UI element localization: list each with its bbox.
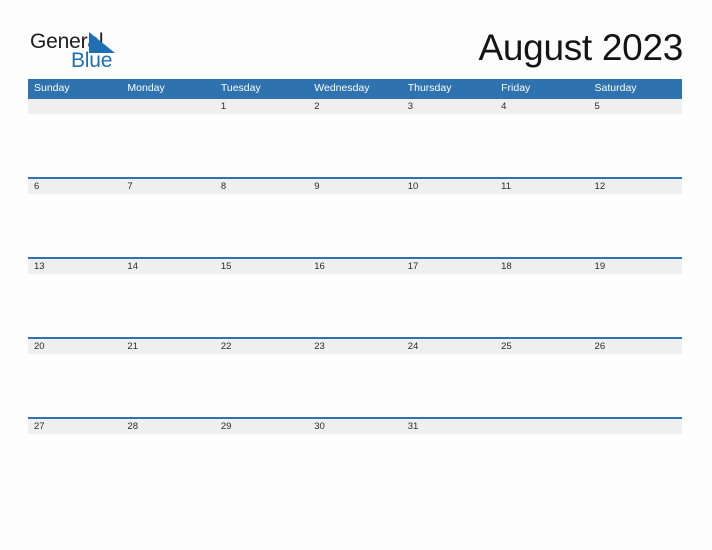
weekday-header-row: Sunday Monday Tuesday Wednesday Thursday… xyxy=(28,79,682,97)
day-content-band xyxy=(28,354,682,417)
day-cell[interactable] xyxy=(495,354,588,417)
date-number[interactable] xyxy=(28,99,121,114)
date-number[interactable]: 10 xyxy=(402,179,495,194)
day-cell[interactable] xyxy=(308,434,401,497)
date-number-band: 20 21 22 23 24 25 26 xyxy=(28,337,682,354)
date-number[interactable] xyxy=(495,419,588,434)
week-row: 6 7 8 9 10 11 12 xyxy=(28,177,682,257)
date-number[interactable]: 15 xyxy=(215,259,308,274)
weekday-header-thursday: Thursday xyxy=(407,82,452,94)
date-number[interactable]: 25 xyxy=(495,339,588,354)
weekday-header-wednesday: Wednesday xyxy=(314,82,370,94)
day-cell[interactable] xyxy=(308,194,401,257)
date-number[interactable]: 22 xyxy=(215,339,308,354)
date-number[interactable]: 7 xyxy=(121,179,214,194)
day-cell[interactable] xyxy=(215,354,308,417)
day-content-band xyxy=(28,114,682,177)
date-number[interactable]: 9 xyxy=(308,179,401,194)
date-number[interactable]: 30 xyxy=(308,419,401,434)
day-content-band xyxy=(28,194,682,257)
date-number[interactable]: 28 xyxy=(121,419,214,434)
date-number[interactable]: 18 xyxy=(495,259,588,274)
day-cell[interactable] xyxy=(308,114,401,177)
weekday-header-tuesday: Tuesday xyxy=(220,82,261,94)
logo-word-blue: Blue xyxy=(71,49,113,72)
day-cell[interactable] xyxy=(121,354,214,417)
date-number[interactable]: 13 xyxy=(28,259,121,274)
date-number[interactable]: 3 xyxy=(402,99,495,114)
weekday-header-friday: Friday xyxy=(501,82,531,94)
date-number[interactable]: 6 xyxy=(28,179,121,194)
day-cell[interactable] xyxy=(28,274,121,337)
date-number[interactable]: 27 xyxy=(28,419,121,434)
date-number[interactable]: 23 xyxy=(308,339,401,354)
page-title: August 2023 xyxy=(478,27,684,68)
day-cell[interactable] xyxy=(215,434,308,497)
date-number[interactable]: 1 xyxy=(215,99,308,114)
day-cell[interactable] xyxy=(121,434,214,497)
date-number[interactable]: 21 xyxy=(121,339,214,354)
week-row: 13 14 15 16 17 18 19 xyxy=(28,257,682,337)
date-number[interactable]: 8 xyxy=(215,179,308,194)
weekday-header-saturday: Saturday xyxy=(594,82,637,94)
day-cell[interactable] xyxy=(215,274,308,337)
date-number[interactable]: 24 xyxy=(402,339,495,354)
date-number-band: 6 7 8 9 10 11 12 xyxy=(28,177,682,194)
date-number[interactable] xyxy=(589,419,682,434)
date-number[interactable]: 12 xyxy=(589,179,682,194)
day-cell[interactable] xyxy=(495,434,588,497)
day-cell[interactable] xyxy=(215,114,308,177)
day-cell[interactable] xyxy=(28,194,121,257)
day-cell[interactable] xyxy=(121,194,214,257)
date-number[interactable]: 20 xyxy=(28,339,121,354)
weekday-header-monday: Monday xyxy=(127,82,165,94)
date-number[interactable]: 5 xyxy=(589,99,682,114)
date-number[interactable]: 11 xyxy=(495,179,588,194)
day-cell[interactable] xyxy=(215,194,308,257)
day-cell[interactable] xyxy=(28,114,121,177)
week-row: 27 28 29 30 31 xyxy=(28,417,682,497)
week-row: 1 2 3 4 5 xyxy=(28,97,682,177)
date-number[interactable]: 4 xyxy=(495,99,588,114)
calendar-grid: Sunday Monday Tuesday Wednesday Thursday… xyxy=(28,79,682,497)
day-cell[interactable] xyxy=(402,434,495,497)
week-row: 20 21 22 23 24 25 26 xyxy=(28,337,682,417)
date-number[interactable]: 31 xyxy=(402,419,495,434)
date-number[interactable]: 16 xyxy=(308,259,401,274)
day-cell[interactable] xyxy=(589,194,682,257)
day-cell[interactable] xyxy=(495,274,588,337)
date-number[interactable]: 29 xyxy=(215,419,308,434)
date-number[interactable]: 17 xyxy=(402,259,495,274)
day-cell[interactable] xyxy=(121,114,214,177)
date-number[interactable]: 14 xyxy=(121,259,214,274)
date-number-band: 13 14 15 16 17 18 19 xyxy=(28,257,682,274)
day-cell[interactable] xyxy=(28,354,121,417)
day-cell[interactable] xyxy=(121,274,214,337)
date-number[interactable]: 2 xyxy=(308,99,401,114)
day-cell[interactable] xyxy=(402,274,495,337)
day-cell[interactable] xyxy=(589,114,682,177)
date-number[interactable]: 19 xyxy=(589,259,682,274)
date-number[interactable] xyxy=(121,99,214,114)
general-blue-logo[interactable]: General Blue xyxy=(30,31,160,73)
day-cell[interactable] xyxy=(402,354,495,417)
day-cell[interactable] xyxy=(308,274,401,337)
day-cell[interactable] xyxy=(308,354,401,417)
day-content-band xyxy=(28,434,682,497)
day-cell[interactable] xyxy=(28,434,121,497)
day-content-band xyxy=(28,274,682,337)
weekday-header-sunday: Sunday xyxy=(34,82,70,94)
date-number-band: 27 28 29 30 31 xyxy=(28,417,682,434)
day-cell[interactable] xyxy=(402,114,495,177)
date-number-band: 1 2 3 4 5 xyxy=(28,97,682,114)
day-cell[interactable] xyxy=(495,194,588,257)
day-cell[interactable] xyxy=(589,354,682,417)
day-cell[interactable] xyxy=(402,194,495,257)
date-number[interactable]: 26 xyxy=(589,339,682,354)
day-cell[interactable] xyxy=(589,434,682,497)
day-cell[interactable] xyxy=(589,274,682,337)
page-header: General Blue August 2023 xyxy=(0,0,712,78)
day-cell[interactable] xyxy=(495,114,588,177)
